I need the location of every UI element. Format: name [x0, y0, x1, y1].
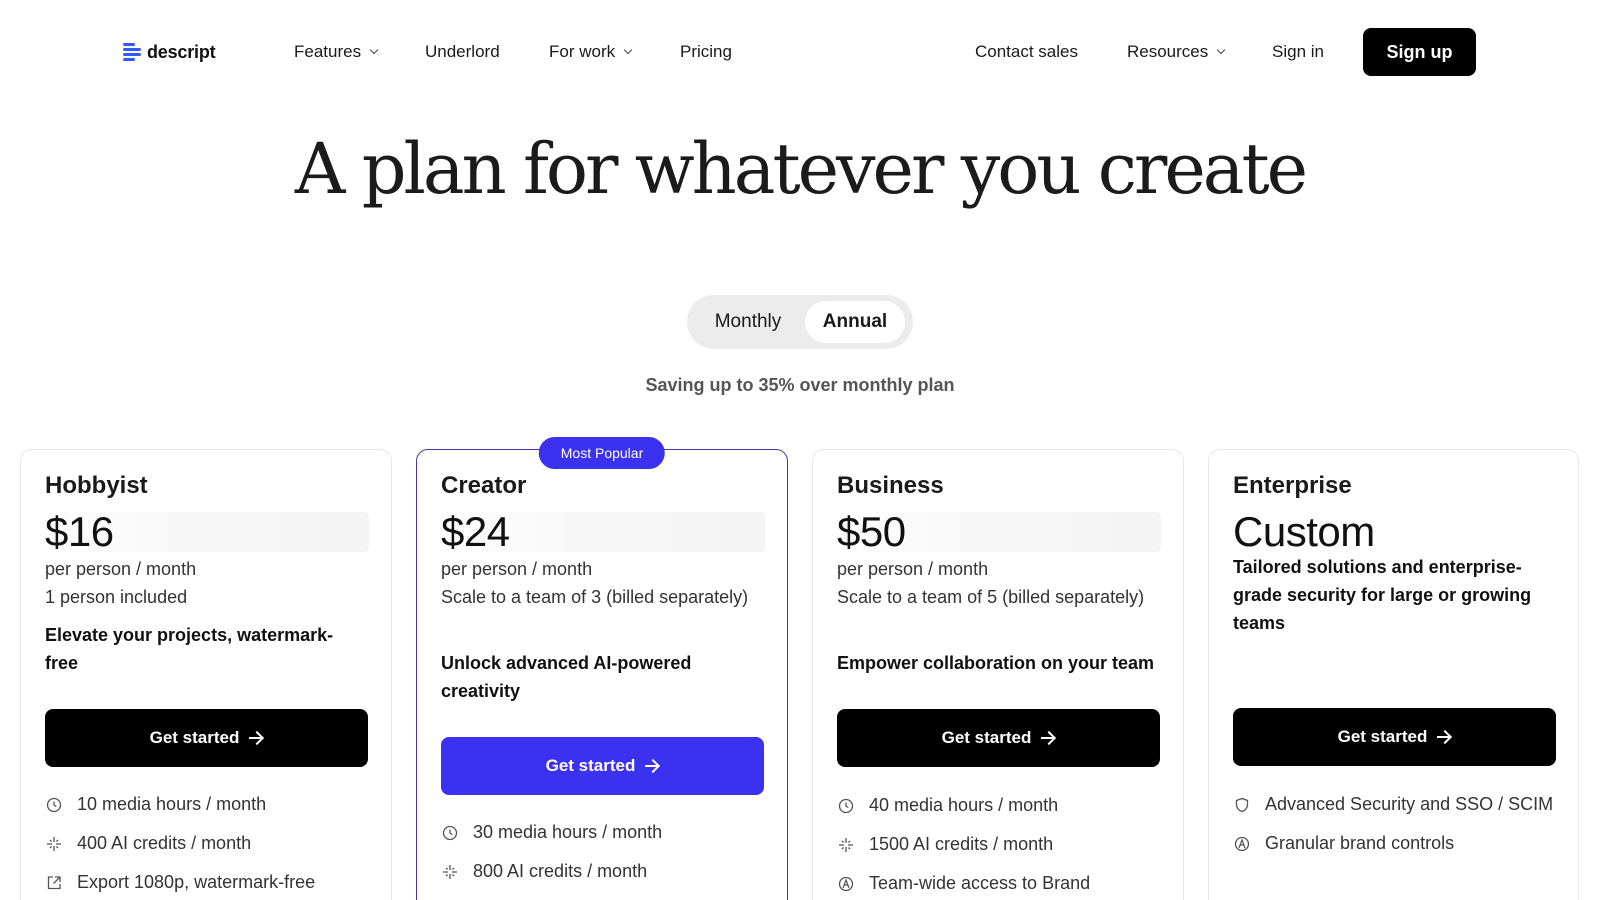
export-icon — [45, 874, 63, 892]
feature-list: 10 media hours / month 400 AI credits / … — [45, 790, 375, 900]
toggle-monthly[interactable]: Monthly — [693, 301, 803, 343]
list-item: 1500 AI credits / month — [837, 830, 1167, 859]
arrow-right-icon — [1041, 731, 1055, 745]
feature-list: Advanced Security and SSO / SCIM Granula… — [1233, 790, 1563, 868]
plan-tagline: Elevate your projects, watermark-free — [45, 625, 334, 673]
clock-icon — [441, 824, 459, 842]
list-item: 40 media hours / month — [837, 791, 1167, 820]
plan-price: $24 — [441, 508, 510, 555]
nav-pricing[interactable]: Pricing — [680, 42, 732, 62]
list-item: Export 1080p, watermark-free — [45, 868, 375, 897]
list-item: Advanced Security and SSO / SCIM — [1233, 790, 1563, 819]
billing-toggle: Monthly Annual — [687, 295, 913, 349]
feature-text: 40 media hours / month — [869, 795, 1059, 815]
nav-sign-in[interactable]: Sign in — [1272, 42, 1324, 62]
most-popular-badge: Most Popular — [538, 437, 666, 469]
plan-price: $50 — [837, 508, 906, 555]
toggle-annual[interactable]: Annual — [805, 301, 905, 343]
chevron-down-icon — [1217, 45, 1226, 55]
plan-price: $16 — [45, 508, 114, 555]
feature-text: Advanced Security and SSO / SCIM — [1265, 794, 1554, 814]
plan-subtext: per person / month Scale to a team of 5 … — [837, 559, 1145, 607]
plan-price: Custom — [1233, 508, 1375, 555]
arrow-right-icon — [645, 759, 659, 773]
list-item: 800 AI credits / month — [441, 857, 771, 886]
nav-contact-sales-label: Contact sales — [975, 42, 1078, 61]
plan-subtext: per person / month Scale to a team of 3 … — [441, 559, 749, 607]
arrow-right-icon — [1437, 730, 1451, 744]
feature-text: 800 AI credits / month — [473, 861, 648, 881]
saving-note: Saving up to 35% over monthly plan — [645, 375, 955, 395]
descript-logo-icon — [123, 41, 141, 63]
plan-name: Hobbyist — [45, 472, 148, 499]
clock-icon — [45, 796, 63, 814]
sparkle-icon — [837, 836, 855, 854]
nav-underlord[interactable]: Underlord — [425, 42, 500, 62]
nav-features[interactable]: Features — [294, 42, 379, 62]
list-item: 10 media hours / month — [45, 790, 375, 819]
feature-list: 30 media hours / month 800 AI credits / … — [441, 818, 771, 896]
plan-name: Business — [837, 472, 944, 499]
sparkle-icon — [441, 863, 459, 881]
nav-pricing-label: Pricing — [680, 42, 732, 61]
get-started-label: Get started — [149, 728, 240, 747]
nav-resources-label: Resources — [1127, 42, 1209, 61]
get-started-label: Get started — [545, 756, 636, 775]
plan-card-enterprise: Enterprise Custom Tailored solutions and… — [1208, 449, 1579, 900]
feature-text: Export 1080p, watermark-free — [77, 872, 316, 892]
feature-text: 10 media hours / month — [77, 794, 267, 814]
clock-icon — [837, 797, 855, 815]
chevron-down-icon — [369, 45, 379, 55]
feature-text: Granular brand controls — [1265, 833, 1455, 853]
nav-resources[interactable]: Resources — [1127, 42, 1226, 62]
list-item: 400 AI credits / month — [45, 829, 375, 858]
nav-sign-in-label: Sign in — [1272, 42, 1324, 61]
nav-underlord-label: Underlord — [425, 42, 500, 61]
brand-icon — [837, 875, 855, 893]
get-started-label: Get started — [941, 728, 1032, 747]
feature-text: 400 AI credits / month — [77, 833, 252, 853]
page-title: A plan for whatever you create — [294, 128, 1308, 210]
plan-card-creator: Most Popular Creator $24 per person / mo… — [416, 437, 788, 900]
nav-for-work-label: For work — [549, 42, 616, 61]
get-started-button[interactable]: Get started — [1233, 708, 1556, 766]
nav-features-label: Features — [294, 42, 362, 61]
plan-subtext: per person / month 1 person included — [45, 559, 197, 607]
shield-icon — [1233, 796, 1251, 814]
plan-tagline: Empower collaboration on your team — [837, 653, 1155, 673]
plan-name: Creator — [441, 472, 527, 499]
plan-tagline: Unlock advanced AI-powered creativity — [441, 653, 692, 701]
feature-text: Team-wide access to Brand — [869, 873, 1091, 893]
plan-card-hobbyist: Hobbyist $16 per person / month 1 person… — [20, 449, 392, 900]
list-item: 30 media hours / month — [441, 818, 771, 847]
get-started-button[interactable]: Get started — [45, 709, 368, 767]
list-item: Granular brand controls — [1233, 829, 1563, 858]
arrow-right-icon — [249, 731, 263, 745]
get-started-label: Get started — [1337, 727, 1428, 746]
plan-card-business: Business $50 per person / month Scale to… — [812, 449, 1184, 900]
plan-tagline: Tailored solutions and enterprise-grade … — [1233, 557, 1532, 633]
sparkle-icon — [45, 835, 63, 853]
get-started-button[interactable]: Get started — [441, 737, 764, 795]
chevron-down-icon — [623, 45, 633, 55]
feature-list: 40 media hours / month 1500 AI credits /… — [837, 791, 1167, 900]
sign-up-button[interactable]: Sign up — [1363, 28, 1476, 76]
feature-text: 30 media hours / month — [473, 822, 663, 842]
nav-for-work[interactable]: For work — [549, 42, 633, 62]
plan-name: Enterprise — [1233, 472, 1352, 499]
feature-text: 1500 AI credits / month — [869, 834, 1054, 854]
logo-text: descript — [147, 41, 216, 62]
get-started-button[interactable]: Get started — [837, 709, 1160, 767]
list-item: Team-wide access to Brand — [837, 869, 1167, 898]
brand-icon — [1233, 835, 1251, 853]
top-nav: descript Features Underlord For work Pri… — [0, 0, 1600, 104]
descript-logo[interactable]: descript — [123, 41, 216, 63]
nav-contact-sales[interactable]: Contact sales — [975, 42, 1078, 62]
